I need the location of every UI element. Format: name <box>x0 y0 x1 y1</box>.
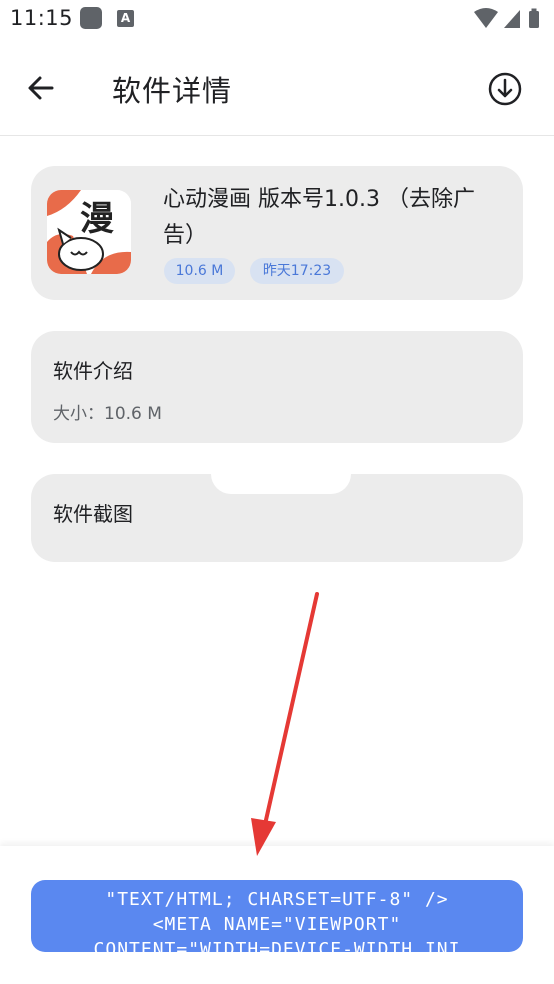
intro-size-label: 大小：10.6 M <box>53 404 162 424</box>
a-icon: A <box>117 10 134 27</box>
software-intro-card: 软件介绍 大小：10.6 M <box>31 331 523 443</box>
download-circle-icon[interactable] <box>484 68 526 110</box>
app-icon-art: 漫 <box>47 190 131 274</box>
status-time: 11:15 <box>10 6 74 30</box>
size-chip: 10.6 M <box>164 258 235 284</box>
app-bar: 软件详情 <box>0 38 554 136</box>
download-button[interactable]: "TEXT/HTML; CHARSET=UTF-8" /> <META NAME… <box>31 880 523 952</box>
notification-icon <box>80 7 102 29</box>
screenshots-heading: 软件截图 <box>53 502 133 526</box>
screenshots-notch <box>211 474 351 494</box>
battery-icon <box>529 11 539 28</box>
page-title: 软件详情 <box>112 74 233 108</box>
back-arrow-icon[interactable] <box>22 68 62 108</box>
app-name: 心动漫画 版本号1.0.3 （去除广告） <box>163 187 475 248</box>
app-info-card: 漫 心动漫画 版本号1.0.3 （去除广告） 10.6 M 昨天17:23 <box>31 166 523 300</box>
signal-icon <box>504 10 520 28</box>
app-icon: 漫 <box>47 190 131 274</box>
intro-heading: 软件介绍 <box>53 359 133 383</box>
download-button-line-1: "TEXT/HTML; CHARSET=UTF-8" /> <box>105 889 449 910</box>
wifi-icon <box>474 8 498 28</box>
download-button-line-2: <META NAME="VIEWPORT" <box>152 914 402 935</box>
download-button-line-3: CONTENT="WIDTH=DEVICE-WIDTH,INI <box>93 939 461 952</box>
app-icon-label: 漫 <box>80 199 114 239</box>
status-icons <box>474 8 539 28</box>
screenshots-card: 软件截图 <box>31 474 523 562</box>
update-time-chip: 昨天17:23 <box>250 258 344 284</box>
status-bar: 11:15 A <box>0 0 554 38</box>
